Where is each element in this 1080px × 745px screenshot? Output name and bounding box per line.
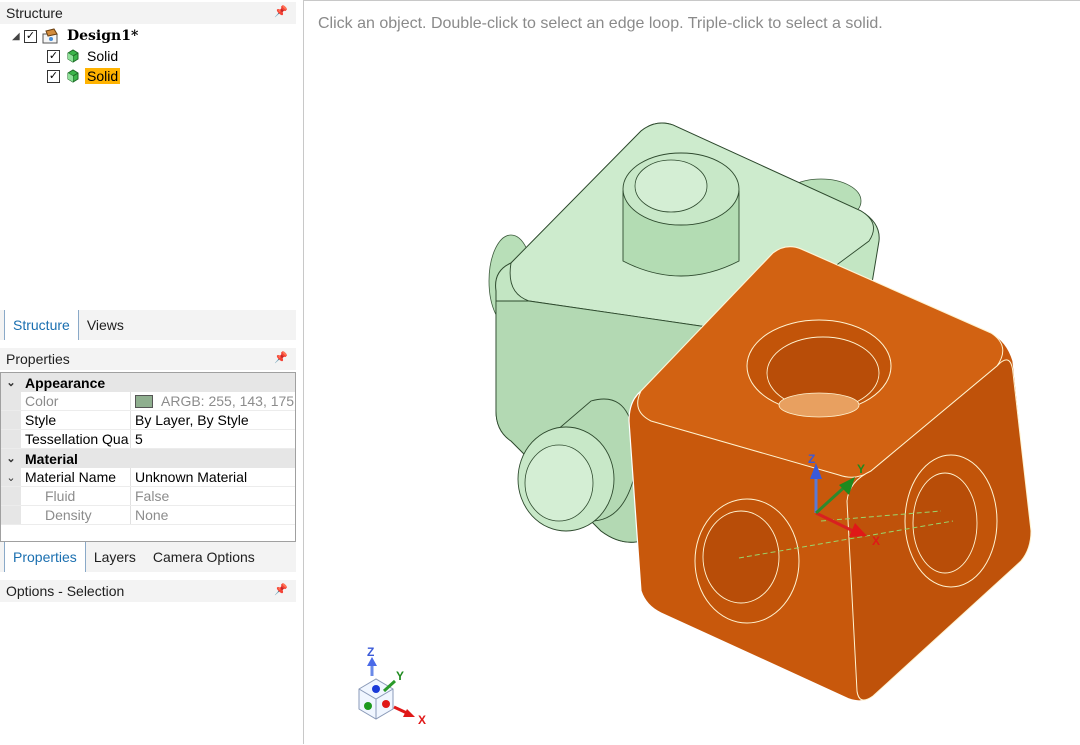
property-row-tessellation[interactable]: Tessellation Qua 5 — [1, 430, 295, 449]
design-icon — [42, 28, 58, 44]
tab-properties[interactable]: Properties — [4, 542, 86, 572]
visibility-checkbox[interactable]: ✓ — [24, 29, 37, 43]
gutter — [1, 506, 21, 524]
category-label: Material — [25, 450, 78, 467]
category-material[interactable]: ⌄ Material — [1, 449, 295, 468]
structure-tree: ◢ ✓ Design1* ✓ Solid ✓ Solid — [0, 26, 296, 86]
property-name: Material Name — [21, 468, 131, 486]
property-row-fluid[interactable]: Fluid False — [1, 487, 295, 506]
tree-item-solid-2[interactable]: ✓ Solid — [0, 66, 296, 86]
gutter — [1, 487, 21, 505]
property-row-material-name[interactable]: ⌄ Material Name Unknown Material — [1, 468, 295, 487]
collapse-chevron-icon[interactable]: ⌄ — [1, 449, 21, 468]
property-row-color[interactable]: Color ARGB: 255, 143, 175 — [1, 392, 295, 411]
gutter — [1, 392, 21, 410]
property-row-style[interactable]: Style By Layer, By Style — [1, 411, 295, 430]
gutter — [1, 430, 21, 448]
y-axis-label: Y — [857, 462, 865, 476]
3d-viewport[interactable]: Click an object. Double-click to select … — [303, 0, 1080, 744]
pin-icon[interactable]: 📌 — [274, 351, 288, 364]
cube-z-label: Z — [367, 645, 374, 659]
properties-panel-header: Properties 📌 — [0, 348, 296, 370]
tree-label: Design1* — [67, 28, 139, 44]
tree-item-solid-1[interactable]: ✓ Solid — [0, 46, 296, 66]
property-value[interactable]: By Layer, By Style — [131, 411, 295, 429]
color-value-text: ARGB: 255, 143, 175 — [161, 393, 295, 409]
scene-canvas[interactable]: Z X Y Z Y X — [304, 1, 1080, 745]
property-name: Fluid — [21, 487, 131, 505]
category-appearance[interactable]: ⌄ Appearance — [1, 373, 295, 392]
x-axis-label: X — [872, 534, 880, 548]
property-value[interactable]: 5 — [131, 430, 295, 448]
z-axis-label: Z — [808, 452, 815, 466]
cube-x-label: X — [418, 713, 426, 727]
property-value[interactable]: ARGB: 255, 143, 175 — [131, 392, 295, 410]
collapse-chevron-icon[interactable]: ⌄ — [1, 373, 21, 392]
property-grid: ⌄ Appearance Color ARGB: 255, 143, 175 S… — [0, 372, 296, 542]
property-value: False — [135, 488, 170, 504]
solid-cube-icon — [67, 69, 79, 83]
category-label: Appearance — [25, 374, 106, 391]
color-swatch[interactable] — [135, 394, 153, 408]
orientation-cube[interactable]: Z Y X — [358, 645, 426, 727]
options-panel-title: Options - Selection — [6, 583, 125, 599]
properties-panel-title: Properties — [6, 351, 70, 367]
cube-y-label: Y — [396, 669, 404, 683]
visibility-checkbox[interactable]: ✓ — [47, 69, 60, 83]
property-name: Color — [21, 392, 131, 410]
gutter — [1, 411, 21, 429]
property-value[interactable]: Unknown Material — [131, 468, 295, 486]
structure-tabs: Structure Views — [0, 310, 296, 340]
property-name: Style — [21, 411, 131, 429]
collapse-chevron-icon[interactable]: ⌄ — [1, 468, 21, 486]
left-dock: Structure 📌 ◢ ✓ Design1* ✓ Solid ✓ Solid… — [0, 0, 303, 744]
tab-views[interactable]: Views — [79, 310, 133, 340]
tab-structure[interactable]: Structure — [4, 310, 79, 340]
tab-layers[interactable]: Layers — [86, 542, 145, 572]
property-value: None — [135, 507, 169, 523]
solid-cube-icon — [67, 49, 79, 63]
pin-icon[interactable]: 📌 — [274, 5, 288, 18]
visibility-checkbox[interactable]: ✓ — [47, 49, 60, 63]
tab-camera-options[interactable]: Camera Options — [145, 542, 264, 572]
pin-icon[interactable]: 📌 — [274, 583, 288, 596]
structure-panel-title: Structure — [6, 5, 63, 21]
structure-panel-header: Structure 📌 — [0, 2, 296, 24]
properties-tabs: Properties Layers Camera Options — [0, 542, 296, 572]
property-row-density[interactable]: Density None — [1, 506, 295, 525]
options-panel-header: Options - Selection 📌 — [0, 580, 296, 602]
tree-label-selected: Solid — [85, 68, 121, 84]
expand-triangle-icon[interactable]: ◢ — [12, 31, 24, 42]
property-name: Tessellation Qua — [21, 430, 131, 448]
property-name: Density — [21, 506, 131, 524]
tree-label: Solid — [87, 48, 119, 64]
tree-item-design[interactable]: ◢ ✓ Design1* — [0, 26, 296, 46]
